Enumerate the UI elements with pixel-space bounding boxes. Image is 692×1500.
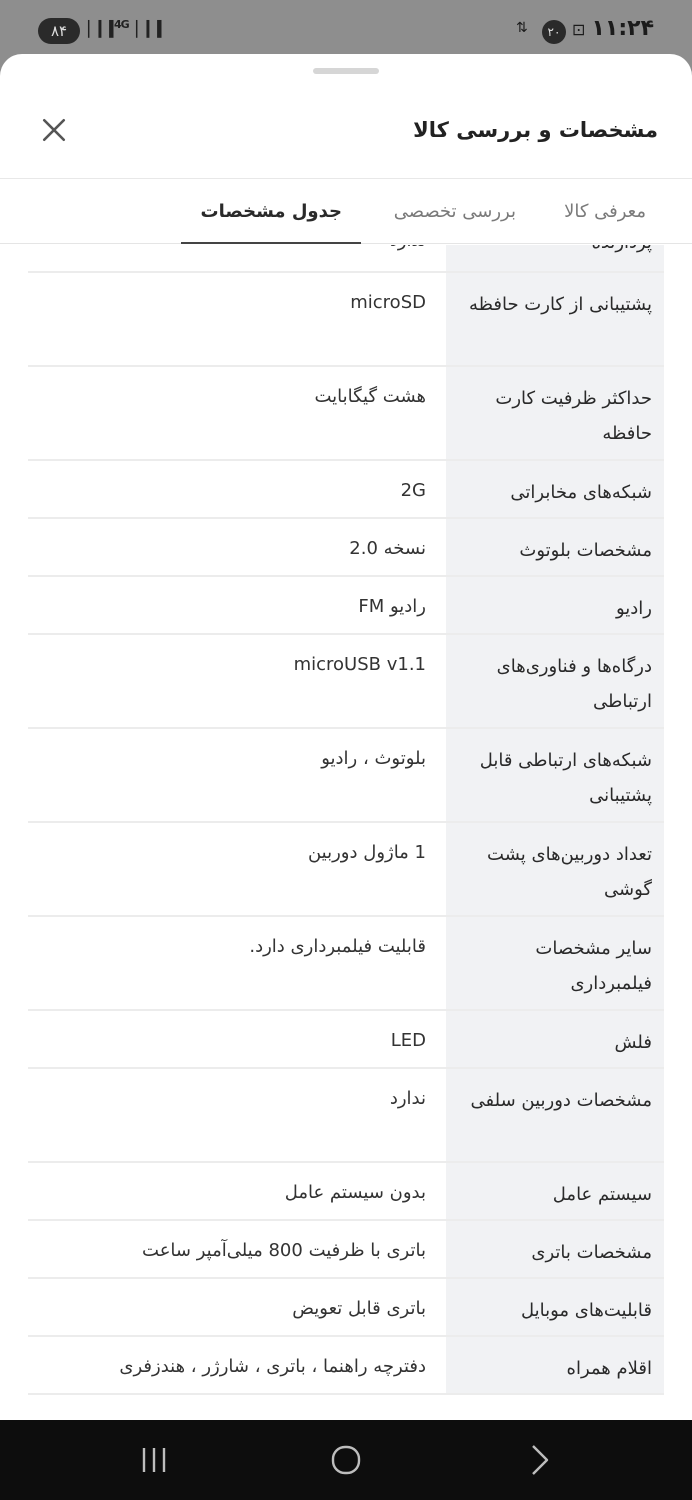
spec-value: نسخه 2.0 — [349, 538, 426, 559]
spec-value: باتری با ظرفیت 800 میلی‌آمپر ساعت — [142, 1240, 426, 1261]
spec-label: فلش — [446, 1011, 664, 1067]
notification-badge: ۲۰ — [542, 20, 566, 44]
spec-label: اقلام همراه — [446, 1337, 664, 1393]
tab-specifications[interactable]: جدول مشخصات — [201, 201, 342, 222]
spec-label: پشتیبانی از کارت حافظه — [446, 273, 664, 365]
spec-row: مشخصات باتری باتری با ظرفیت 800 میلی‌آمپر… — [28, 1221, 664, 1279]
spec-label: درگاه‌ها و فناوری‌های ارتباطی — [446, 635, 664, 727]
spec-row: قابلیت‌های موبایل باتری قابل تعویض — [28, 1279, 664, 1337]
spec-label: تعداد دوربین‌های پشت گوشی — [446, 823, 664, 915]
recent-apps-button[interactable] — [124, 1440, 184, 1480]
spec-label: رادیو — [446, 577, 664, 633]
close-icon — [42, 118, 66, 142]
home-button[interactable] — [316, 1440, 376, 1480]
spec-value: بلوتوث ، رادیو — [321, 748, 426, 769]
network-type: 4G — [114, 18, 130, 31]
spec-value: LED — [390, 1030, 426, 1051]
navigation-bar — [0, 1420, 692, 1500]
spec-value: باتری قابل تعویض — [292, 1298, 426, 1319]
spec-label: مشخصات بلوتوث — [446, 519, 664, 575]
spec-row: پردازنده ندارد — [28, 245, 664, 273]
spec-row: شبکه‌های مخابراتی 2G — [28, 461, 664, 519]
tab-expert-review[interactable]: بررسی تخصصی — [394, 201, 516, 222]
screenshot-icon: ⊡ — [572, 20, 586, 39]
spec-row: مشخصات دوربین سلفی ندارد — [28, 1069, 664, 1163]
active-tab-indicator — [181, 242, 361, 244]
spec-label: شبکه‌های ارتباطی قابل پشتیبانی — [446, 729, 664, 821]
spec-value: 1 ماژول دوربین — [307, 842, 426, 863]
spec-row: تعداد دوربین‌های پشت گوشی 1 ماژول دوربین — [28, 823, 664, 917]
signal-icon: ▏▎▍ — [136, 20, 169, 38]
spec-value: microUSB v1.1 — [293, 654, 426, 675]
close-button[interactable] — [34, 110, 74, 150]
specs-table: پردازنده ندارد پشتیبانی از کارت حافظه micro… — [28, 245, 664, 1420]
spec-label: حداکثر ظرفیت کارت حافظه — [446, 367, 664, 459]
back-icon — [532, 1445, 549, 1475]
battery-indicator: ۸۴ — [38, 18, 80, 44]
recent-apps-icon — [142, 1448, 166, 1472]
drag-handle[interactable] — [313, 68, 379, 74]
spec-value: 2G — [400, 480, 426, 501]
spec-value: رادیو FM — [358, 596, 426, 617]
tab-bar: معرفی کالا بررسی تخصصی جدول مشخصات — [0, 178, 692, 244]
spec-row: حداکثر ظرفیت کارت حافظه هشت گیگابایت — [28, 367, 664, 461]
status-bar: ۸۴ ▏▎▍ 4G ▏▎▍ ⇅ ۲۰ ⊡ ۱۱:۲۴ — [0, 0, 692, 62]
spec-row: شبکه‌های ارتباطی قابل پشتیبانی بلوتوث ، ر… — [28, 729, 664, 823]
spec-label: مشخصات دوربین سلفی — [446, 1069, 664, 1161]
clock: ۱۱:۲۴ — [591, 16, 654, 41]
spec-value: microSD — [350, 292, 426, 313]
spec-value: ندارد — [46, 245, 426, 257]
back-button[interactable] — [510, 1440, 570, 1480]
spec-value: هشت گیگابایت — [314, 386, 426, 407]
spec-label: سایر مشخصات فیلمبرداری — [446, 917, 664, 1009]
specs-sheet: مشخصات و بررسی کالا معرفی کالا بررسی تخص… — [0, 54, 692, 1420]
spec-label: مشخصات باتری — [446, 1221, 664, 1277]
tab-introduction[interactable]: معرفی کالا — [564, 201, 646, 222]
spec-label: قابلیت‌های موبایل — [446, 1279, 664, 1335]
spec-row: رادیو رادیو FM — [28, 577, 664, 635]
spec-value: ندارد — [389, 1088, 426, 1109]
spec-label: شبکه‌های مخابراتی — [446, 461, 664, 517]
spec-row: فلش LED — [28, 1011, 664, 1069]
spec-label: پردازنده — [446, 245, 664, 271]
sheet-title: مشخصات و بررسی کالا — [413, 118, 658, 142]
spec-row: مشخصات بلوتوث نسخه 2.0 — [28, 519, 664, 577]
home-icon — [331, 1445, 361, 1475]
spec-value: بدون سیستم عامل — [284, 1182, 426, 1203]
spec-row: پشتیبانی از کارت حافظه microSD — [28, 273, 664, 367]
spec-row: سایر مشخصات فیلمبرداری قابلیت فیلمبرداری … — [28, 917, 664, 1011]
spec-value: دفترچه راهنما ، باتری ، شارژر ، هندزفری — [119, 1356, 426, 1377]
spec-row: درگاه‌ها و فناوری‌های ارتباطی microUSB v1… — [28, 635, 664, 729]
spec-row: سیستم عامل بدون سیستم عامل — [28, 1163, 664, 1221]
spec-value: قابلیت فیلمبرداری دارد. — [249, 936, 426, 957]
data-saver-icon: ⇅ — [516, 20, 528, 36]
spec-label: سیستم عامل — [446, 1163, 664, 1219]
spec-row: اقلام همراه دفترچه راهنما ، باتری ، شارژر… — [28, 1337, 664, 1395]
